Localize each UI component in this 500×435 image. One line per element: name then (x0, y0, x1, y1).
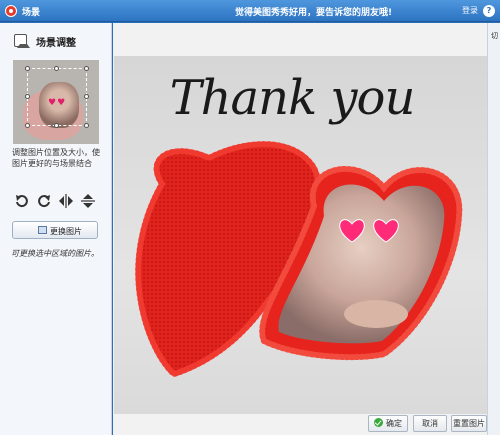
resize-handle[interactable] (84, 66, 89, 71)
window-title: 场景 (22, 8, 41, 18)
panel-title: 场景调整 (36, 38, 76, 49)
resize-handle[interactable] (54, 66, 59, 71)
confirm-button[interactable]: 确定 (368, 415, 408, 432)
handwritten-annotation: 可更换选中区域的图片。 (11, 249, 99, 258)
selection-box[interactable] (27, 68, 87, 126)
check-icon (374, 418, 383, 427)
replace-image-label: 更换图片 (50, 227, 82, 236)
cancel-button[interactable]: 取消 (413, 415, 447, 432)
scene-thumbnail[interactable]: ♥♥ (13, 60, 99, 144)
resize-handle[interactable] (84, 123, 89, 128)
main-area: Thank you 确定 取消 重置图片 (113, 23, 487, 435)
app-logo-icon (5, 5, 17, 17)
left-panel: 场景调整 ♥♥ 调整图片位置及大小，使图片更好的与场景结合 更换图片 可更换选中… (0, 23, 112, 435)
resize-handle[interactable] (84, 94, 89, 99)
cut-label[interactable]: 切 (491, 31, 500, 41)
promo-text[interactable]: 觉得美图秀秀好用，要告诉您的朋友哦! (235, 5, 392, 18)
thank-you-text: Thank you (169, 70, 416, 126)
scene-canvas[interactable]: Thank you (114, 56, 487, 414)
replace-image-button[interactable]: 更换图片 (12, 221, 98, 239)
resize-handle[interactable] (25, 123, 30, 128)
resize-handle[interactable] (25, 66, 30, 71)
confirm-label: 确定 (386, 419, 402, 428)
resize-handle[interactable] (54, 123, 59, 128)
adjust-hint: 调整图片位置及大小，使图片更好的与场景结合 (12, 148, 100, 168)
image-icon (38, 226, 47, 234)
title-bar: 场景 觉得美图秀秀好用，要告诉您的朋友哦! 登录 ? (0, 0, 500, 22)
flip-vertical-icon[interactable] (80, 193, 96, 209)
rotate-left-icon[interactable] (14, 193, 30, 209)
resize-handle[interactable] (25, 94, 30, 99)
reset-image-button[interactable]: 重置图片 (451, 415, 487, 432)
right-strip: 切 (487, 23, 500, 435)
flip-horizontal-icon[interactable] (58, 193, 74, 209)
help-icon[interactable]: ? (483, 5, 495, 17)
login-link[interactable]: 登录 (462, 5, 478, 16)
scene-icon (14, 34, 30, 48)
rotate-right-icon[interactable] (36, 193, 52, 209)
action-bar: 确定 取消 重置图片 (113, 415, 487, 435)
